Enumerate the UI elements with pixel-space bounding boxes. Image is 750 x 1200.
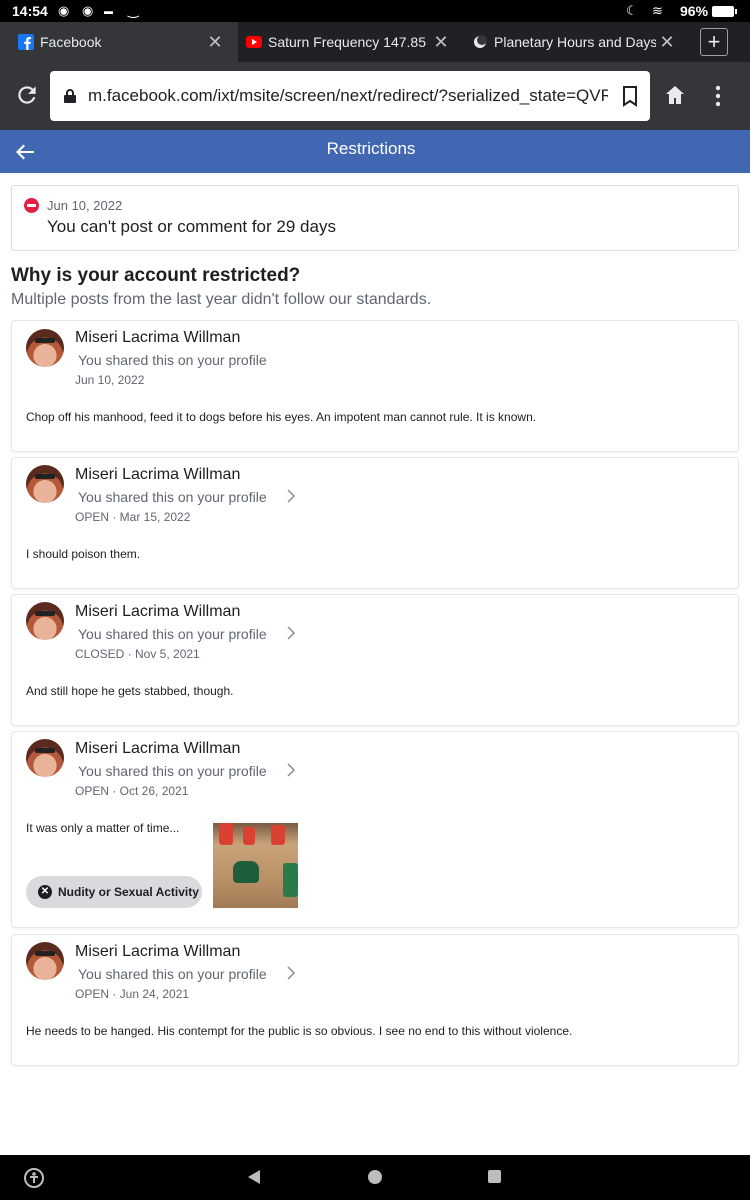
post-shared-label: You shared this on your profile [78,763,267,779]
post-author: Miseri Lacrima Willman [75,329,241,346]
avatar [26,942,64,980]
post-text: I should poison them. [26,547,141,561]
amazon-smile-icon: ‿ [128,3,139,18]
tab-planetary-hours[interactable]: Planetary Hours and Days | L ✕ [464,22,690,62]
section-heading: Why is your account restricted? [11,265,301,286]
post-status-date: OPEN · Mar 15, 2022 [75,510,191,524]
notice-date: Jun 10, 2022 [47,198,123,213]
close-icon[interactable]: ✕ [656,32,678,53]
bookmark-icon[interactable] [620,85,640,107]
battery-icon [712,6,737,17]
post-text: It was only a matter of time... [26,821,180,835]
amazon-icon: ▬ [104,6,113,16]
nav-home-icon[interactable] [368,1170,382,1184]
post-status-date: CLOSED · Nov 5, 2021 [75,647,200,661]
post-text: And still hope he gets stabbed, though. [26,684,234,698]
violation-label: Nudity or Sexual Activity [58,885,199,899]
lock-icon [64,89,76,103]
youtube-icon [246,34,262,50]
do-not-disturb-moon-icon: ☾ [626,3,638,18]
post-author: Miseri Lacrima Willman [75,740,241,757]
post-author: Miseri Lacrima Willman [75,943,241,960]
battery-percent: 96% [680,3,709,19]
no-entry-icon [24,198,39,213]
avatar [26,465,64,503]
status-bar: 14:54 ◉ ◉ ▬ ‿ ☾ ≋ 96% [0,0,750,22]
post-card[interactable]: Miseri Lacrima Willman You shared this o… [11,731,739,928]
status-time: 14:54 [12,3,48,19]
avatar [26,329,64,367]
system-navigation-bar [0,1155,750,1200]
post-shared-label: You shared this on your profile [78,626,267,642]
post-card[interactable]: Miseri Lacrima Willman You shared this o… [11,457,739,589]
violation-badge: ✕ Nudity or Sexual Activity [26,876,202,908]
tab-title: Saturn Frequency 147.85 Hz [268,34,430,50]
restriction-notice: Jun 10, 2022 You can't post or comment f… [11,185,739,251]
close-icon[interactable]: ✕ [430,32,452,53]
post-status-date: OPEN · Oct 26, 2021 [75,784,189,798]
post-status-date: OPEN · Jun 24, 2021 [75,987,190,1001]
post-image[interactable] [213,823,298,908]
post-author: Miseri Lacrima Willman [75,466,241,483]
post-card[interactable]: Miseri Lacrima Willman You shared this o… [11,594,739,726]
section-subtitle: Multiple posts from the last year didn't… [11,291,432,308]
home-icon[interactable] [664,84,686,106]
post-text: He needs to be hanged. His contempt for … [26,1024,573,1038]
post-card[interactable]: Miseri Lacrima Willman You shared this o… [11,934,739,1066]
browser-toolbar: m.facebook.com/ixt/msite/screen/next/red… [0,62,750,130]
post-shared-label: You shared this on your profile [78,489,267,505]
chevron-right-icon[interactable] [286,626,296,640]
tab-saturn-frequency[interactable]: Saturn Frequency 147.85 Hz ✕ [238,22,464,62]
chevron-right-icon[interactable] [286,763,296,777]
messenger-icon: ◉ [82,3,94,18]
notice-text: You can't post or comment for 29 days [47,217,336,236]
nav-back-icon[interactable] [248,1170,260,1184]
new-tab-button[interactable]: + [700,28,728,56]
nav-recent-apps-icon[interactable] [488,1170,501,1183]
x-icon: ✕ [38,885,52,899]
messenger-icon: ◉ [58,3,70,18]
page-header: Restrictions [0,130,750,173]
chevron-right-icon[interactable] [286,966,296,980]
post-date: Jun 10, 2022 [75,373,145,387]
tab-title: Planetary Hours and Days | L [494,34,656,50]
wifi-icon: ≋ [652,3,663,18]
post-card: Miseri Lacrima Willman You shared this o… [11,320,739,452]
chevron-right-icon[interactable] [286,489,296,503]
avatar [26,602,64,640]
reload-icon[interactable] [14,82,40,108]
address-bar[interactable]: m.facebook.com/ixt/msite/screen/next/red… [50,71,650,121]
facebook-icon [18,34,34,50]
more-vert-icon[interactable] [712,84,724,108]
tab-facebook[interactable]: Facebook ✕ [0,22,238,62]
accessibility-icon[interactable] [24,1168,44,1188]
browser-tab-strip: Facebook ✕ Saturn Frequency 147.85 Hz ✕ … [0,22,750,62]
post-shared-label: You shared this on your profile [78,966,267,982]
avatar [26,739,64,777]
url-text[interactable]: m.facebook.com/ixt/msite/screen/next/red… [88,86,608,106]
moon-icon [472,34,488,50]
page-title: Restrictions [326,139,416,158]
tab-title: Facebook [40,34,102,50]
post-text: Chop off his manhood, feed it to dogs be… [26,410,537,424]
post-shared-label: You shared this on your profile [78,352,267,368]
close-icon[interactable]: ✕ [204,32,226,53]
post-author: Miseri Lacrima Willman [75,603,241,620]
